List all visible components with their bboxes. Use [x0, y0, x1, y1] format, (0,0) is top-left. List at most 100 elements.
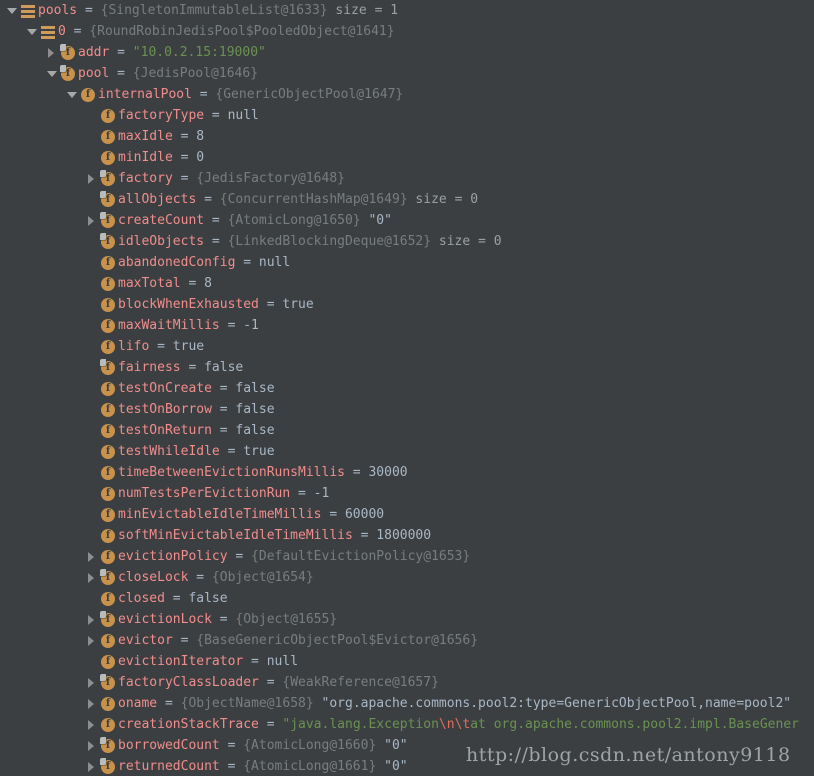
tree-row[interactable]: testOnReturn = false	[0, 420, 814, 441]
chevron-right-icon[interactable]	[84, 210, 100, 231]
list-icon	[20, 0, 37, 21]
tree-row[interactable]: maxIdle = 8	[0, 126, 814, 147]
tree-row[interactable]: maxWaitMillis = -1	[0, 315, 814, 336]
assignment-operator: =	[180, 276, 197, 291]
size-annotation: size = 1	[327, 3, 399, 18]
type-reference: {WeakReference@1657}	[274, 675, 439, 690]
chevron-down-icon[interactable]	[44, 63, 60, 84]
tree-row[interactable]: allObjects = {ConcurrentHashMap@1649} si…	[0, 189, 814, 210]
toggle-spacer	[84, 525, 100, 546]
assignment-operator: =	[344, 465, 361, 480]
tree-row[interactable]: testOnCreate = false	[0, 378, 814, 399]
tree-row[interactable]: minEvictableIdleTimeMillis = 60000	[0, 504, 814, 525]
field-final-icon	[100, 210, 117, 231]
tree-row[interactable]: returnedCount = {AtomicLong@1661} "0"	[0, 756, 814, 776]
tree-row[interactable]: testOnBorrow = false	[0, 399, 814, 420]
field-value: 0	[188, 150, 205, 165]
tree-row[interactable]: fairness = false	[0, 357, 814, 378]
tree-row[interactable]: oname = {ObjectName@1658} "org.apache.co…	[0, 693, 814, 714]
tree-row[interactable]: addr = "10.0.2.15:19000"	[0, 42, 814, 63]
tree-row[interactable]: creationStackTrace = "java.lang.Exceptio…	[0, 714, 814, 735]
field-icon	[100, 630, 117, 651]
assignment-operator: =	[196, 192, 212, 207]
tree-row[interactable]: maxTotal = 8	[0, 273, 814, 294]
tree-row[interactable]: factoryClassLoader = {WeakReference@1657…	[0, 672, 814, 693]
tree-row[interactable]: blockWhenExhausted = true	[0, 294, 814, 315]
chevron-right-icon[interactable]	[84, 546, 100, 567]
chevron-down-icon[interactable]	[4, 0, 20, 21]
chevron-right-icon[interactable]	[84, 630, 100, 651]
tree-row[interactable]: evictionIterator = null	[0, 651, 814, 672]
toggle-spacer	[84, 231, 100, 252]
debugger-variables-panel[interactable]: pools = {SingletonImmutableList@1633} si…	[0, 0, 814, 776]
field-name: minEvictableIdleTimeMillis	[118, 507, 322, 522]
tree-row[interactable]: testWhileIdle = true	[0, 441, 814, 462]
chevron-right-icon[interactable]	[84, 168, 100, 189]
field-final-icon	[100, 189, 117, 210]
assignment-operator: =	[188, 570, 205, 585]
assignment-operator: =	[172, 129, 189, 144]
chevron-right-icon[interactable]	[84, 693, 100, 714]
field-name: fairness	[118, 360, 181, 375]
tree-row[interactable]: factoryType = null	[0, 105, 814, 126]
field-icon	[100, 147, 117, 168]
assignment-operator: =	[258, 717, 275, 732]
tree-row[interactable]: evictionPolicy = {DefaultEvictionPolicy@…	[0, 546, 814, 567]
field-name: testWhileIdle	[118, 444, 220, 459]
chevron-down-icon[interactable]	[24, 21, 40, 42]
field-icon	[100, 525, 117, 546]
chevron-right-icon[interactable]	[84, 672, 100, 693]
field-icon	[100, 588, 117, 609]
tree-row[interactable]: closed = false	[0, 588, 814, 609]
field-value: 30000	[360, 465, 408, 480]
variables-tree[interactable]: pools = {SingletonImmutableList@1633} si…	[0, 0, 814, 776]
type-reference: {AtomicLong@1650}	[219, 213, 361, 228]
tree-row[interactable]: pool = {JedisPool@1646}	[0, 63, 814, 84]
field-value: null	[251, 255, 291, 270]
chevron-right-icon[interactable]	[44, 42, 60, 63]
field-value: null	[219, 108, 259, 123]
tree-row[interactable]: createCount = {AtomicLong@1650} "0"	[0, 210, 814, 231]
chevron-right-icon[interactable]	[84, 714, 100, 735]
tree-row[interactable]: factory = {JedisFactory@1648}	[0, 168, 814, 189]
assignment-operator: =	[77, 3, 93, 18]
tree-row[interactable]: minIdle = 0	[0, 147, 814, 168]
tree-row[interactable]: lifo = true	[0, 336, 814, 357]
chevron-right-icon[interactable]	[84, 735, 100, 756]
field-icon	[100, 126, 117, 147]
field-icon	[100, 546, 117, 567]
tree-row[interactable]: borrowedCount = {AtomicLong@1660} "0"	[0, 735, 814, 756]
chevron-right-icon[interactable]	[84, 756, 100, 776]
field-value: -1	[235, 318, 259, 333]
assignment-operator: =	[172, 150, 189, 165]
tree-row[interactable]: abandonedConfig = null	[0, 252, 814, 273]
tree-row[interactable]: evictor = {BaseGenericObjectPool$Evictor…	[0, 630, 814, 651]
type-reference: {SingletonImmutableList@1633}	[92, 3, 328, 18]
assignment-operator: =	[258, 297, 275, 312]
tree-row[interactable]: idleObjects = {LinkedBlockingDeque@1652}…	[0, 231, 814, 252]
tree-row[interactable]: evictionLock = {Object@1655}	[0, 609, 814, 630]
toggle-spacer	[84, 315, 100, 336]
field-name: borrowedCount	[118, 738, 220, 753]
field-icon	[100, 273, 117, 294]
toggle-spacer	[84, 147, 100, 168]
type-reference: {AtomicLong@1661}	[235, 759, 377, 774]
toggle-spacer	[84, 105, 100, 126]
tree-row[interactable]: pools = {SingletonImmutableList@1633} si…	[0, 0, 814, 21]
tree-row[interactable]: internalPool = {GenericObjectPool@1647}	[0, 84, 814, 105]
toggle-spacer	[84, 420, 100, 441]
tree-row[interactable]: numTestsPerEvictionRun = -1	[0, 483, 814, 504]
field-icon	[100, 441, 117, 462]
tree-row[interactable]: softMinEvictableIdleTimeMillis = 1800000	[0, 525, 814, 546]
field-value: false	[227, 402, 275, 417]
type-reference: {ObjectName@1658}	[172, 696, 314, 711]
tree-row[interactable]: timeBetweenEvictionRunsMillis = 30000	[0, 462, 814, 483]
chevron-right-icon[interactable]	[84, 609, 100, 630]
toggle-spacer	[84, 294, 100, 315]
chevron-down-icon[interactable]	[64, 84, 80, 105]
assignment-operator: =	[219, 444, 236, 459]
chevron-right-icon[interactable]	[84, 567, 100, 588]
tree-row[interactable]: closeLock = {Object@1654}	[0, 567, 814, 588]
assignment-operator: =	[219, 738, 236, 753]
tree-row[interactable]: 0 = {RoundRobinJedisPool$PooledObject@16…	[0, 21, 814, 42]
